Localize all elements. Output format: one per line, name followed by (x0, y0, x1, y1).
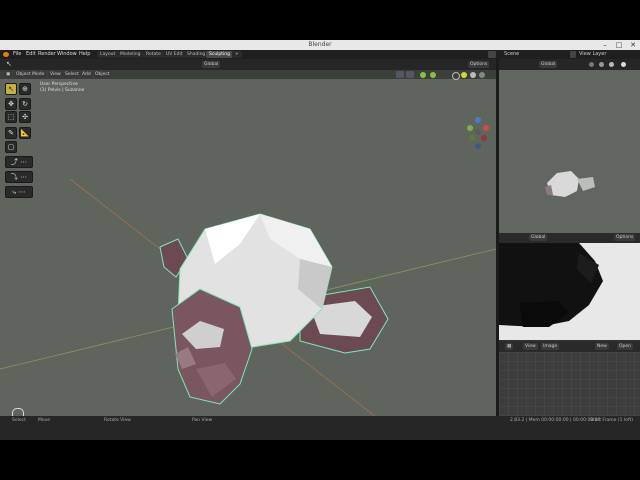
menu-file[interactable]: File (13, 50, 21, 59)
tab-rotate[interactable]: Rotate (143, 51, 164, 58)
menu-render[interactable]: Render (38, 50, 56, 59)
viewport-menu-view[interactable]: View (48, 71, 63, 78)
right-top-viewport[interactable] (499, 70, 640, 233)
view-layer-icon[interactable] (570, 51, 576, 58)
image-menu-view[interactable]: View (523, 343, 538, 350)
tab-shading[interactable]: Shading (184, 51, 209, 58)
right-mid-orientation-dropdown[interactable]: Global (529, 234, 548, 241)
maximize-icon[interactable]: □ (612, 40, 626, 50)
image-menu-image[interactable]: Image (541, 343, 560, 350)
open-image-button[interactable]: Open (617, 343, 634, 350)
right-mid-header: Global Options (499, 233, 640, 243)
minimize-icon[interactable]: – (598, 40, 612, 50)
tab-uv-edit[interactable]: UV Edit (163, 51, 186, 58)
letterbox-top (0, 0, 640, 40)
gizmo-toggle-icon[interactable] (396, 71, 404, 78)
letterbox-bottom (0, 440, 640, 480)
menu-edit[interactable]: Edit (26, 50, 36, 59)
viewport-type-icon[interactable]: ▣ (4, 71, 13, 78)
menu-window[interactable]: Window (57, 50, 77, 59)
right-top-orientation-dropdown[interactable]: Global (539, 61, 558, 68)
scene-icon[interactable] (488, 51, 496, 58)
tab-modeling[interactable]: Modeling (117, 51, 144, 58)
right-mid-options-dropdown[interactable]: Options (614, 234, 636, 241)
right-top-render-icon[interactable] (621, 62, 626, 67)
right-top-shading-icon[interactable] (589, 62, 594, 67)
status-rotate-view: Rotate View (104, 418, 131, 423)
status-frame: Start Frame (1 left) (590, 418, 633, 423)
blender-logo-icon[interactable] (3, 52, 9, 57)
right-top-xray-icon[interactable] (609, 62, 614, 67)
solid-shading-icon[interactable] (461, 72, 467, 78)
viewport-menu-select[interactable]: Select (63, 71, 81, 78)
small-monkey-preview (545, 171, 595, 197)
status-select: Select (12, 418, 26, 423)
scene-name[interactable]: Scene (504, 50, 519, 59)
render-preview[interactable] (499, 243, 640, 340)
object-mode-dropdown[interactable]: Object Mode (14, 71, 47, 78)
new-image-button[interactable]: New (595, 343, 609, 350)
status-stats: 2.83.2 | Mem 00:00:00:00 | 00:00:00:00 (510, 418, 601, 423)
title-bar: Blender (0, 40, 640, 50)
close-icon[interactable]: ✕ (626, 40, 640, 50)
viewport-scene (0, 178, 496, 416)
cursor-tool-icon[interactable]: ↖ (6, 61, 14, 68)
viewport-menu-add[interactable]: Add (80, 71, 93, 78)
overlay-toggle-icon[interactable] (406, 71, 414, 78)
material-shading-icon[interactable] (470, 72, 476, 78)
menu-bar: File Edit Render Window Help Layout Mode… (0, 50, 640, 59)
tab-sculpting[interactable]: Sculpting (206, 51, 234, 58)
viewport-menu-object[interactable]: Object (93, 71, 112, 78)
options-dropdown[interactable]: Options (468, 61, 490, 68)
status-bar: Select Move Rotate View Pan View 2.83.2 … (0, 416, 640, 440)
menu-help[interactable]: Help (79, 50, 90, 59)
viewport-header: ▣ Object Mode View Select Add Object (0, 70, 496, 80)
view-layer-name[interactable]: View Layer (579, 50, 606, 59)
3d-viewport[interactable]: ▣ Object Mode View Select Add Object ↖ ⊕… (0, 70, 496, 416)
blender-window: Blender – □ ✕ File Edit Render Window He… (0, 40, 640, 440)
suzanne-monkey-mesh[interactable] (159, 213, 389, 405)
mouse-hint-icon (12, 408, 24, 416)
tab-layout[interactable]: Layout (97, 51, 119, 58)
rendered-monkey (499, 243, 603, 327)
status-move: Move (38, 418, 51, 423)
image-editor-header: ▦ View Image New Open (499, 342, 640, 352)
global-orientation-dropdown[interactable]: Global (202, 61, 221, 68)
overlay-color-icon[interactable] (420, 72, 426, 78)
rendered-shading-icon[interactable] (479, 72, 485, 78)
xray-icon[interactable] (430, 72, 436, 78)
status-pan-view: Pan View (192, 418, 213, 423)
right-top-overlay-icon[interactable] (599, 62, 604, 67)
image-editor-type-icon[interactable]: ▦ (505, 343, 514, 350)
add-workspace-button[interactable]: + (232, 51, 242, 58)
window-title: Blender (308, 41, 332, 48)
right-top-header: Global (499, 59, 640, 70)
